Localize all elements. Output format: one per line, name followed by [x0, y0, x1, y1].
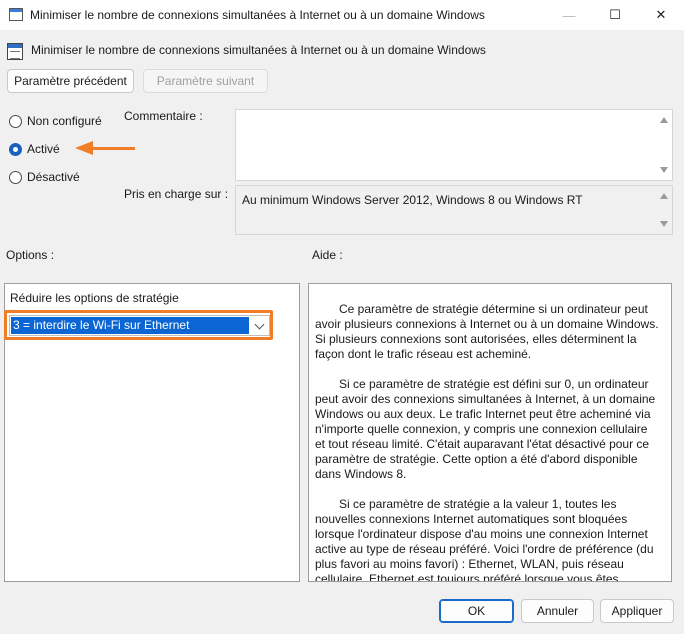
annotation-arrow-icon — [75, 141, 93, 155]
annotation-arrow-shaft — [91, 147, 135, 150]
radio-not-configured[interactable]: Non configuré — [9, 114, 102, 128]
radio-enabled[interactable]: Activé — [9, 142, 60, 156]
help-paragraph: Si ce paramètre de stratégie est défini … — [315, 377, 656, 481]
previous-setting-button[interactable]: Paramètre précédent — [7, 69, 134, 93]
supported-scrollbar[interactable] — [656, 186, 672, 234]
help-paragraph: Si ce paramètre de stratégie a la valeur… — [315, 497, 654, 582]
help-panel[interactable]: Ce paramètre de stratégie détermine si u… — [308, 283, 672, 582]
help-text: Ce paramètre de stratégie détermine si u… — [315, 302, 659, 582]
chevron-down-icon[interactable] — [254, 319, 265, 330]
policy-options-dropdown[interactable]: 3 = interdire le Wi-Fi sur Ethernet — [9, 315, 270, 336]
options-label: Options : — [6, 248, 55, 262]
dropdown-label: Réduire les options de stratégie — [10, 291, 179, 305]
comment-scrollbar[interactable] — [656, 110, 672, 180]
radio-disabled[interactable]: Désactivé — [9, 170, 80, 184]
radio-circle[interactable] — [9, 114, 22, 128]
comment-label: Commentaire : — [124, 109, 203, 123]
cancel-button[interactable]: Annuler — [521, 599, 594, 623]
radio-circle[interactable] — [9, 170, 22, 184]
help-label: Aide : — [312, 248, 343, 262]
scroll-up-icon[interactable] — [660, 193, 668, 199]
scroll-down-icon[interactable] — [660, 221, 668, 227]
scroll-down-icon[interactable] — [660, 167, 668, 173]
apply-button[interactable]: Appliquer — [600, 599, 674, 623]
next-setting-button[interactable]: Paramètre suivant — [143, 69, 268, 93]
app-icon — [9, 8, 23, 21]
minimize-button[interactable]: — — [546, 0, 592, 30]
supported-on-label: Pris en charge sur : — [124, 187, 229, 201]
radio-label: Non configuré — [27, 114, 102, 128]
supported-on-value: Au minimum Windows Server 2012, Windows … — [242, 193, 583, 207]
window-title: Minimiser le nombre de connexions simult… — [30, 8, 485, 22]
maximize-button[interactable]: ☐ — [592, 0, 638, 30]
supported-on-box: Au minimum Windows Server 2012, Windows … — [235, 185, 673, 235]
dropdown-selected-value: 3 = interdire le Wi-Fi sur Ethernet — [11, 317, 249, 334]
close-button[interactable]: ✕ — [638, 0, 684, 30]
help-paragraph: Ce paramètre de stratégie détermine si u… — [315, 302, 659, 361]
policy-icon — [7, 43, 23, 60]
radio-label: Désactivé — [27, 170, 80, 184]
radio-circle-checked[interactable] — [9, 142, 22, 156]
comment-textarea[interactable] — [235, 109, 673, 181]
scroll-up-icon[interactable] — [660, 117, 668, 123]
radio-label: Activé — [27, 142, 60, 156]
ok-button[interactable]: OK — [439, 599, 514, 623]
policy-title: Minimiser le nombre de connexions simult… — [31, 43, 486, 57]
